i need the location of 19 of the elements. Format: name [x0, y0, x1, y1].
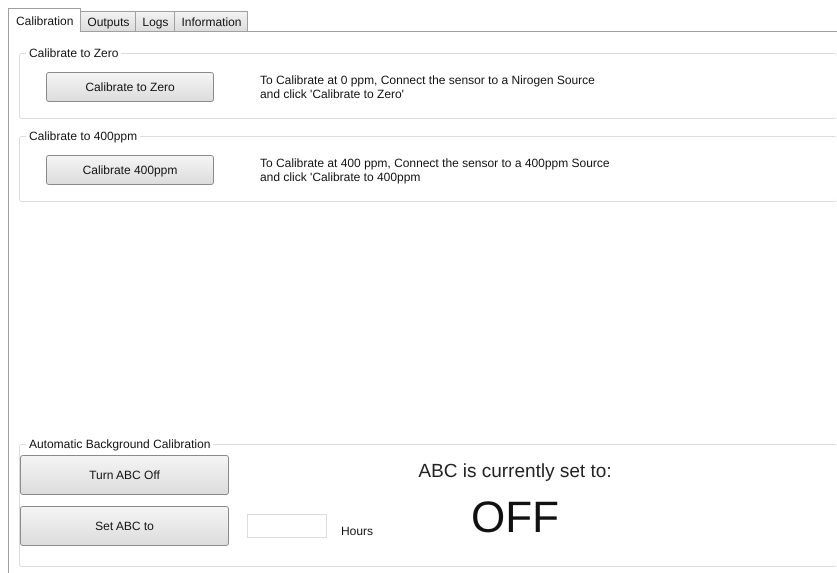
tab[interactable]: Outputs — [80, 11, 136, 31]
instruction-text: To Calibrate at 400 ppm, Connect the sensor to a 400ppm Source — [260, 156, 610, 170]
calibrate-button[interactable]: Calibrate 400ppm — [46, 155, 214, 185]
turn-abc-off-button[interactable]: Turn ABC Off — [20, 455, 229, 495]
set-abc-button[interactable]: Set ABC to — [20, 506, 229, 546]
status-label: ABC is currently set to: — [418, 461, 612, 483]
instruction-text: and click 'Calibrate to 400ppm — [260, 170, 422, 184]
calibrate-button[interactable]: Calibrate to Zero — [46, 72, 214, 102]
hours-input[interactable] — [247, 514, 327, 538]
tab[interactable]: Calibration — [8, 8, 82, 32]
group-title: Calibrate to 400ppm — [28, 129, 138, 143]
group-title: Automatic Background Calibration — [28, 437, 212, 451]
status-value: OFF — [471, 493, 559, 543]
group-title: Calibrate to Zero — [28, 46, 120, 60]
tab[interactable]: Logs — [135, 11, 176, 31]
tab[interactable]: Information — [174, 11, 248, 31]
hours-label: Hours — [341, 524, 374, 538]
instruction-text: To Calibrate at 0 ppm, Connect the sensor to a Nirogen Source — [260, 73, 595, 87]
instruction-text: and click 'Calibrate to Zero' — [260, 87, 405, 101]
